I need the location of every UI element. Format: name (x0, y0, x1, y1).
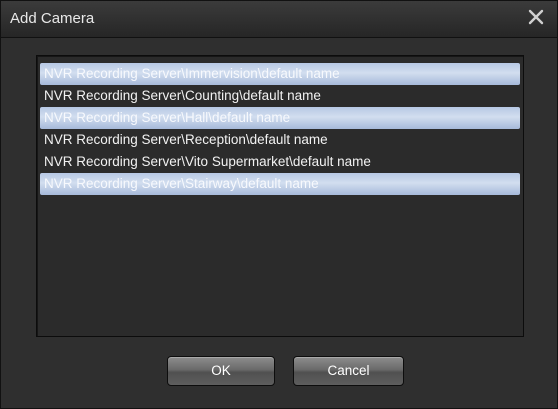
camera-list-item-label: NVR Recording Server\Counting\default na… (44, 88, 321, 103)
camera-list-item-label: NVR Recording Server\Immervision\default… (44, 66, 340, 81)
camera-list-item-label: NVR Recording Server\Hall\default name (44, 110, 291, 125)
camera-list[interactable]: NVR Recording Server\Immervision\default… (36, 55, 524, 337)
camera-list-item-label: NVR Recording Server\Stairway\default na… (44, 176, 319, 191)
camera-list-item[interactable]: NVR Recording Server\Stairway\default na… (40, 173, 520, 195)
cancel-button[interactable]: Cancel (293, 356, 404, 386)
add-camera-dialog: Add Camera NVR Recording Server\Immervis… (0, 0, 558, 409)
title-bar[interactable]: Add Camera (1, 1, 557, 38)
dialog-title: Add Camera (10, 10, 95, 27)
camera-list-item[interactable]: NVR Recording Server\Hall\default name (40, 107, 520, 129)
camera-list-item-label: NVR Recording Server\Vito Supermarket\de… (44, 154, 371, 169)
camera-list-item[interactable]: NVR Recording Server\Immervision\default… (40, 63, 520, 85)
close-icon[interactable] (524, 5, 548, 29)
camera-list-item[interactable]: NVR Recording Server\Vito Supermarket\de… (40, 151, 520, 173)
camera-list-item[interactable]: NVR Recording Server\Reception\default n… (40, 129, 520, 151)
ok-button[interactable]: OK (167, 356, 275, 386)
camera-list-item[interactable]: NVR Recording Server\Counting\default na… (40, 85, 520, 107)
camera-list-item-label: NVR Recording Server\Reception\default n… (44, 132, 328, 147)
